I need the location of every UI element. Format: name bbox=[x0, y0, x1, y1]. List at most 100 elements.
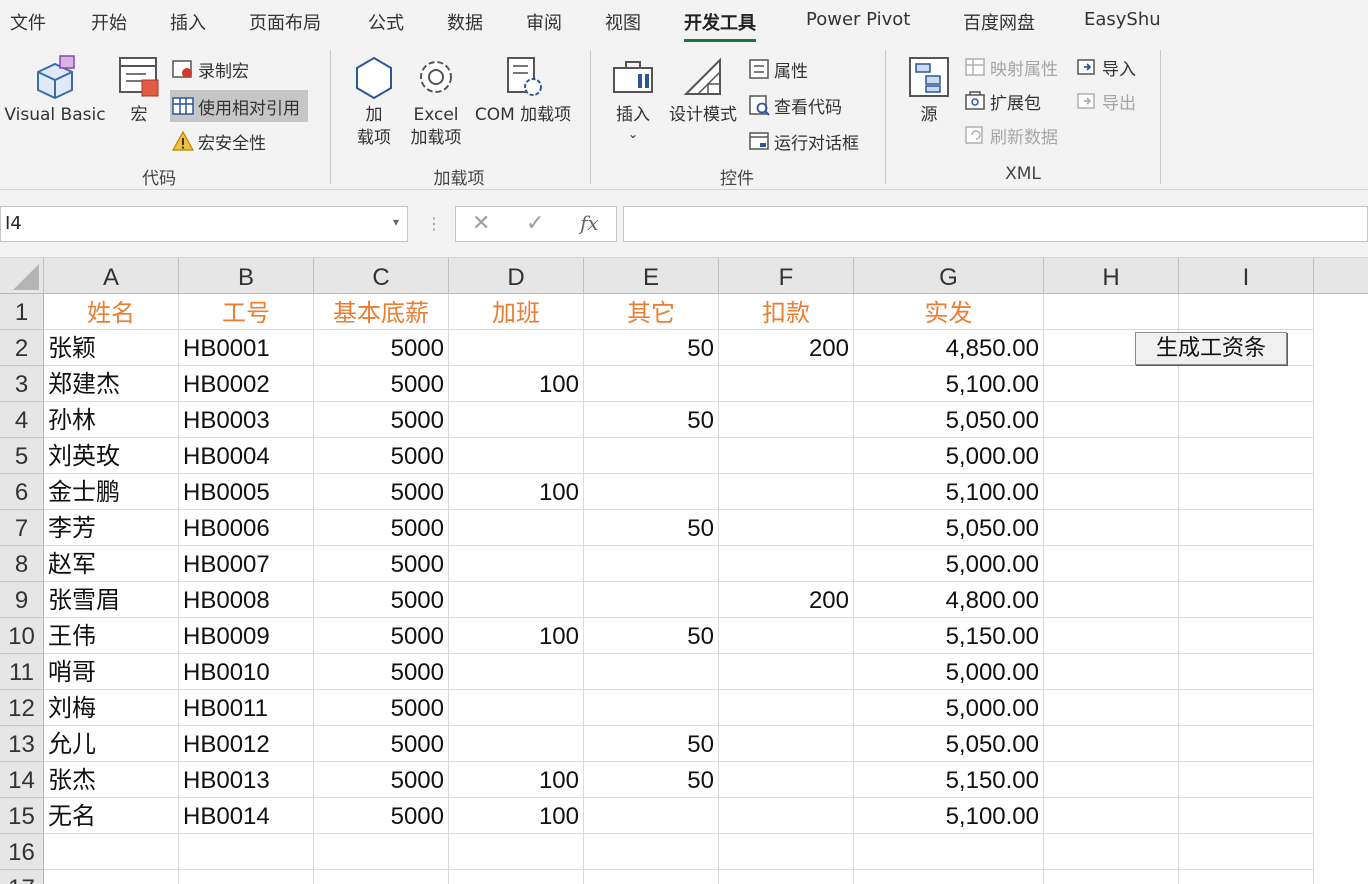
cell-overtime[interactable] bbox=[449, 726, 584, 762]
tab-baidu-netdisk[interactable]: 百度网盘 bbox=[963, 9, 1035, 35]
empty-cell[interactable] bbox=[584, 870, 719, 884]
column-header-d[interactable]: D bbox=[449, 258, 584, 294]
addins-button[interactable]: 加 载项 bbox=[348, 54, 400, 150]
resize-handle-icon[interactable]: ⋮ bbox=[426, 214, 442, 233]
empty-cell[interactable] bbox=[719, 870, 854, 884]
empty-cell[interactable] bbox=[1044, 834, 1179, 870]
cell-base[interactable]: 5000 bbox=[314, 654, 449, 690]
view-code-button[interactable]: 查看代码 bbox=[748, 92, 842, 118]
cell-deduct[interactable] bbox=[719, 510, 854, 546]
row-header-16[interactable]: 16 bbox=[0, 834, 44, 870]
empty-cell[interactable] bbox=[1044, 654, 1179, 690]
cell-deduct[interactable]: 200 bbox=[719, 330, 854, 366]
cell-name[interactable]: 赵军 bbox=[44, 546, 179, 582]
cell-name[interactable]: 张杰 bbox=[44, 762, 179, 798]
insert-function-icon[interactable]: fx bbox=[580, 211, 599, 235]
column-header-f[interactable]: F bbox=[719, 258, 854, 294]
row-header-6[interactable]: 6 bbox=[0, 474, 44, 510]
cell-name[interactable]: 刘英玫 bbox=[44, 438, 179, 474]
map-properties-button[interactable]: 映射属性 bbox=[964, 54, 1058, 80]
cell-name[interactable]: 王伟 bbox=[44, 618, 179, 654]
cell-id[interactable]: HB0011 bbox=[179, 690, 314, 726]
cell-net-pay[interactable]: 4,850.00 bbox=[854, 330, 1044, 366]
formula-input[interactable] bbox=[623, 206, 1368, 242]
tab-power-pivot[interactable]: Power Pivot bbox=[806, 9, 910, 30]
column-header-a[interactable]: A bbox=[44, 258, 179, 294]
cell-id[interactable]: HB0012 bbox=[179, 726, 314, 762]
cell-name[interactable]: 张雪眉 bbox=[44, 582, 179, 618]
empty-cell[interactable] bbox=[44, 870, 179, 884]
tab-view[interactable]: 视图 bbox=[605, 9, 641, 35]
cell-net-pay[interactable]: 5,000.00 bbox=[854, 438, 1044, 474]
column-header-c[interactable]: C bbox=[314, 258, 449, 294]
expansion-packs-button[interactable]: 扩展包 bbox=[964, 88, 1041, 114]
refresh-data-button[interactable]: 刷新数据 bbox=[964, 122, 1058, 148]
name-box[interactable]: I4 ▾ bbox=[0, 206, 408, 242]
cancel-icon[interactable]: ✕ bbox=[472, 211, 490, 236]
cell-net-pay[interactable]: 5,050.00 bbox=[854, 402, 1044, 438]
cell-deduct[interactable] bbox=[719, 798, 854, 834]
empty-cell[interactable] bbox=[1044, 546, 1179, 582]
cell-net-pay[interactable]: 5,000.00 bbox=[854, 690, 1044, 726]
empty-cell[interactable] bbox=[1179, 618, 1314, 654]
empty-cell[interactable] bbox=[1044, 294, 1179, 330]
cell-net-pay[interactable]: 5,000.00 bbox=[854, 654, 1044, 690]
cell-id[interactable]: HB0010 bbox=[179, 654, 314, 690]
header-cell[interactable]: 实发 bbox=[854, 294, 1044, 330]
cell-overtime[interactable] bbox=[449, 690, 584, 726]
cell-net-pay[interactable]: 5,100.00 bbox=[854, 474, 1044, 510]
empty-cell[interactable] bbox=[1179, 402, 1314, 438]
cell-base[interactable]: 5000 bbox=[314, 402, 449, 438]
xml-import-button[interactable]: 导入 bbox=[1076, 54, 1136, 80]
cell-base[interactable]: 5000 bbox=[314, 618, 449, 654]
cell-other[interactable] bbox=[584, 366, 719, 402]
cell-id[interactable]: HB0009 bbox=[179, 618, 314, 654]
xml-export-button[interactable]: 导出 bbox=[1076, 88, 1136, 114]
empty-cell[interactable] bbox=[1179, 546, 1314, 582]
cell-net-pay[interactable]: 5,000.00 bbox=[854, 546, 1044, 582]
cell-name[interactable]: 无名 bbox=[44, 798, 179, 834]
row-header-15[interactable]: 15 bbox=[0, 798, 44, 834]
cell-id[interactable]: HB0006 bbox=[179, 510, 314, 546]
tab-insert[interactable]: 插入 bbox=[170, 9, 206, 35]
cell-base[interactable]: 5000 bbox=[314, 510, 449, 546]
empty-cell[interactable] bbox=[1179, 834, 1314, 870]
use-relative-references-button[interactable]: 使用相对引用 bbox=[170, 90, 308, 122]
empty-cell[interactable] bbox=[1179, 366, 1314, 402]
empty-cell[interactable] bbox=[1044, 690, 1179, 726]
empty-cell[interactable] bbox=[449, 870, 584, 884]
column-header-e[interactable]: E bbox=[584, 258, 719, 294]
empty-cell[interactable] bbox=[1179, 510, 1314, 546]
cell-base[interactable]: 5000 bbox=[314, 582, 449, 618]
cell-overtime[interactable] bbox=[449, 402, 584, 438]
empty-cell[interactable] bbox=[1044, 870, 1179, 884]
cell-id[interactable]: HB0008 bbox=[179, 582, 314, 618]
macro-security-button[interactable]: 宏安全性 bbox=[172, 128, 266, 154]
com-addins-button[interactable]: COM 加载项 bbox=[468, 54, 578, 127]
cell-name[interactable]: 张颖 bbox=[44, 330, 179, 366]
empty-cell[interactable] bbox=[1044, 582, 1179, 618]
cell-deduct[interactable] bbox=[719, 546, 854, 582]
cell-id[interactable]: HB0004 bbox=[179, 438, 314, 474]
cell-other[interactable]: 50 bbox=[584, 762, 719, 798]
cell-net-pay[interactable]: 5,150.00 bbox=[854, 762, 1044, 798]
cell-deduct[interactable] bbox=[719, 762, 854, 798]
cell-overtime[interactable]: 100 bbox=[449, 366, 584, 402]
cell-other[interactable]: 50 bbox=[584, 402, 719, 438]
empty-cell[interactable] bbox=[1179, 690, 1314, 726]
cell-overtime[interactable]: 100 bbox=[449, 474, 584, 510]
excel-addins-button[interactable]: Excel 加载项 bbox=[406, 54, 466, 150]
empty-cell[interactable] bbox=[314, 834, 449, 870]
cell-overtime[interactable]: 100 bbox=[449, 762, 584, 798]
empty-cell[interactable] bbox=[1044, 510, 1179, 546]
tab-formulas[interactable]: 公式 bbox=[368, 9, 404, 35]
cell-deduct[interactable] bbox=[719, 690, 854, 726]
tab-data[interactable]: 数据 bbox=[447, 9, 483, 35]
cell-name[interactable]: 刘梅 bbox=[44, 690, 179, 726]
empty-cell[interactable] bbox=[179, 834, 314, 870]
empty-cell[interactable] bbox=[1179, 726, 1314, 762]
row-header-8[interactable]: 8 bbox=[0, 546, 44, 582]
empty-cell[interactable] bbox=[719, 834, 854, 870]
enter-check-icon[interactable]: ✓ bbox=[526, 211, 544, 236]
cell-other[interactable]: 50 bbox=[584, 510, 719, 546]
